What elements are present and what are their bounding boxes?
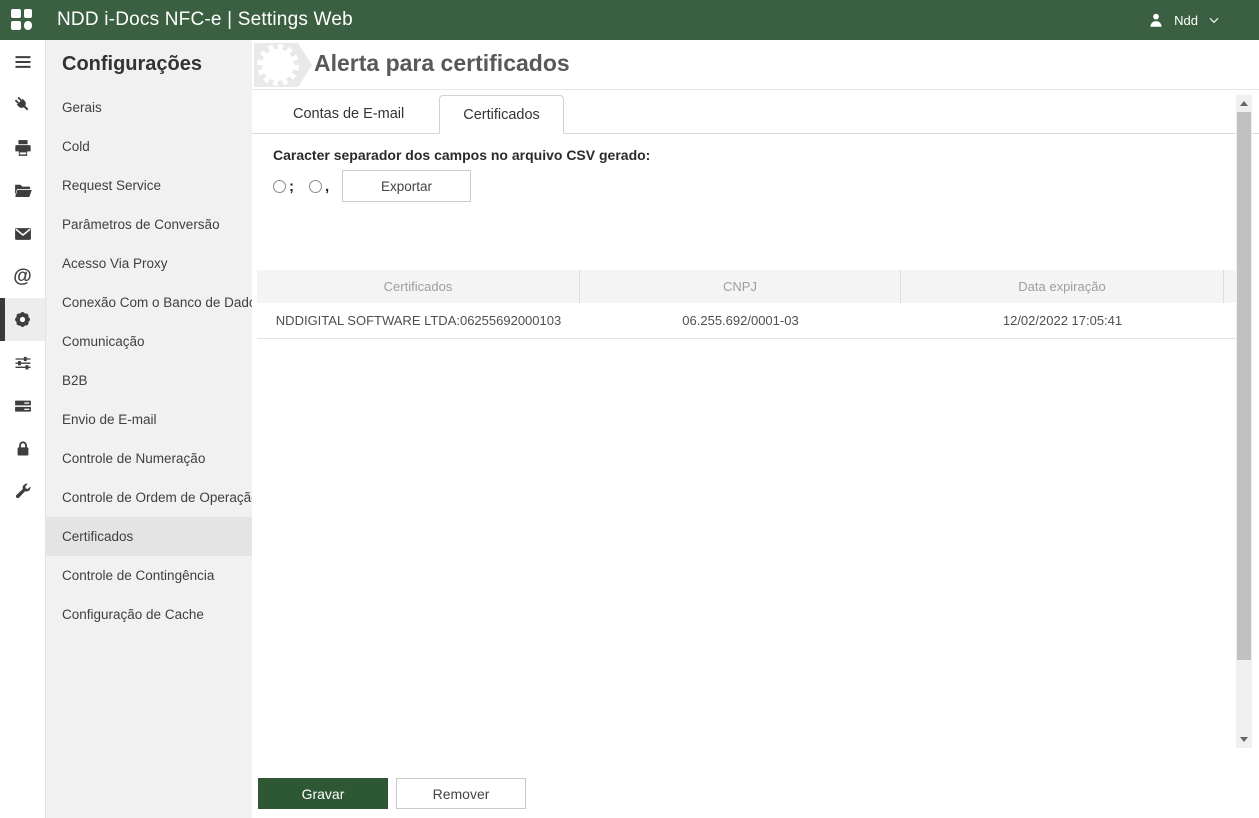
- table-cell: NDDIGITAL SOFTWARE LTDA:06255692000103: [275, 313, 562, 328]
- column-header-certificados: Certificados: [257, 270, 580, 303]
- tab-certificados[interactable]: Certificados: [439, 95, 564, 134]
- csv-separator-label: Caracter separador dos campos no arquivo…: [273, 147, 651, 163]
- server-icon[interactable]: [0, 384, 45, 427]
- plug-icon[interactable]: [0, 83, 45, 126]
- app-logo[interactable]: [0, 0, 45, 40]
- certificates-table: Certificados CNPJ Data expiração NDDIGITAL…: [257, 270, 1240, 339]
- icon-rail: @: [0, 40, 46, 818]
- table-row[interactable]: NDDIGITAL SOFTWARE LTDA:06255692000103 06…: [257, 303, 1240, 339]
- scroll-down-arrow-icon[interactable]: [1236, 731, 1252, 748]
- csv-separator-options: ;,: [273, 170, 344, 202]
- sidebar-item-gerais[interactable]: Gerais: [46, 88, 252, 127]
- folder-open-icon[interactable]: [0, 169, 45, 212]
- radio-circle-icon[interactable]: [273, 179, 286, 193]
- scrollbar-thumb[interactable]: [1237, 112, 1251, 660]
- column-header-cnpj: CNPJ: [580, 270, 901, 303]
- tabbar: Contas de E-mail Certificados: [252, 95, 1259, 134]
- sidebar-item-request-service[interactable]: Request Service: [46, 166, 252, 205]
- scroll-up-arrow-icon[interactable]: [1236, 95, 1252, 112]
- gear-icon[interactable]: [0, 298, 45, 341]
- sidebar-item-par-metros-de-convers-o[interactable]: Parâmetros de Conversão: [46, 205, 252, 244]
- page-head: Alerta para certificados: [252, 40, 1259, 90]
- csv-separator-radio-1[interactable]: ,: [309, 178, 329, 195]
- menu-icon[interactable]: [0, 40, 45, 83]
- csv-separator-radio-0[interactable]: ;: [273, 178, 294, 195]
- printer-icon[interactable]: [0, 126, 45, 169]
- page-title: Alerta para certificados: [314, 50, 570, 76]
- sidebar-item-controle-de-ordem-de-opera-o[interactable]: Controle de Ordem de Operação: [46, 478, 259, 517]
- envelope-icon[interactable]: [0, 212, 45, 255]
- app-title: NDD i-Docs NFC-e | Settings Web: [57, 9, 353, 30]
- column-header-data-expira-o: Data expiração: [901, 270, 1224, 303]
- user-menu[interactable]: Ndd: [1147, 0, 1221, 40]
- main-content: Alerta para certificados Contas de E-mai…: [252, 40, 1259, 818]
- vertical-scrollbar[interactable]: [1236, 95, 1252, 748]
- user-name: Ndd: [1174, 12, 1198, 28]
- table-cell: 06.255.692/0001-03: [682, 313, 799, 328]
- radio-label: ,: [325, 177, 330, 195]
- sliders-icon[interactable]: [0, 341, 45, 384]
- sidebar-item-comunica-o[interactable]: Comunicação: [46, 322, 252, 361]
- tab-certificados-panel: Caracter separador dos campos no arquivo…: [252, 134, 1259, 748]
- action-buttons: Gravar Remover: [258, 778, 526, 809]
- app-header: NDD i-Docs NFC-e | Settings Web Ndd: [0, 0, 1259, 40]
- table-cell: 12/02/2022 17:05:41: [1002, 313, 1123, 328]
- table-header: Certificados CNPJ Data expiração: [257, 270, 1240, 303]
- tab-contas-de-e-mail[interactable]: Contas de E-mail: [273, 95, 424, 133]
- sidebar-item-envio-de-e-mail[interactable]: Envio de E-mail: [46, 400, 252, 439]
- sidebar-item-controle-de-conting-ncia[interactable]: Controle de Contingência: [46, 556, 252, 595]
- sidebar: Configurações Gerais Cold Request Service P…: [46, 40, 263, 818]
- save-button[interactable]: Gravar: [258, 778, 388, 809]
- sidebar-item-configura-o-de-cache[interactable]: Configuração de Cache: [46, 595, 252, 634]
- sidebar-item-b2b[interactable]: B2B: [46, 361, 252, 400]
- logo-grid-icon: [10, 9, 35, 31]
- export-button[interactable]: Exportar: [342, 170, 471, 202]
- certificate-badge-icon: [254, 43, 312, 87]
- remove-button[interactable]: Remover: [396, 778, 526, 809]
- at-sign-icon[interactable]: @: [0, 255, 45, 298]
- sidebar-item-cold[interactable]: Cold: [46, 127, 252, 166]
- sidebar-title: Configurações: [62, 53, 203, 75]
- user-icon: [1147, 11, 1165, 29]
- sidebar-item-controle-de-numera-o[interactable]: Controle de Numeração: [46, 439, 252, 478]
- wrench-icon[interactable]: [0, 470, 45, 513]
- sidebar-item-acesso-via-proxy[interactable]: Acesso Via Proxy: [46, 244, 252, 283]
- chevron-down-icon: [1207, 13, 1221, 27]
- sidebar-item-certificados[interactable]: Certificados: [46, 517, 252, 556]
- radio-circle-icon[interactable]: [309, 179, 322, 193]
- sidebar-item-conex-o-com-o-banco-de-dados[interactable]: Conexão Com o Banco de Dados: [46, 283, 263, 322]
- lock-icon[interactable]: [0, 427, 45, 470]
- radio-label: ;: [289, 177, 294, 195]
